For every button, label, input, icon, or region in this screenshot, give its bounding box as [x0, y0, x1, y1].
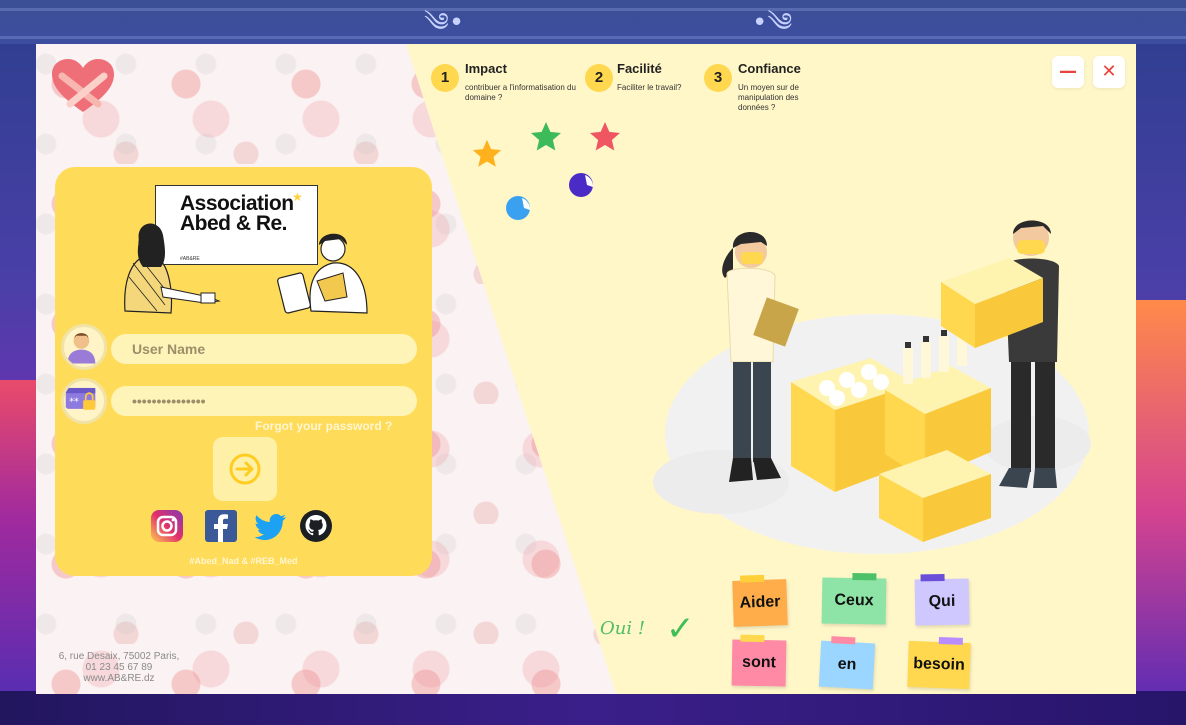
github-icon[interactable] — [299, 509, 333, 543]
desktop-top-bar: ༄• •༄ — [0, 0, 1186, 44]
user-icon — [67, 333, 96, 364]
step-description: Un moyen sur de manipulation des données… — [738, 83, 799, 112]
star-icon — [531, 122, 561, 151]
oui-text: Oui ! — [600, 618, 646, 639]
note-word: Ceux — [834, 591, 874, 610]
forgot-password-link[interactable]: Forgot your password ? — [255, 419, 392, 433]
phone-line: 01 23 45 67 89 — [85, 662, 153, 673]
wind-icon: ༄• — [424, 8, 465, 38]
sticky-note: Qui — [914, 573, 970, 626]
website-line: www.AB&RE.dz — [83, 673, 155, 684]
svg-text:**: ** — [69, 396, 79, 407]
heart-hands-icon — [52, 59, 114, 112]
step-title: Confiance — [738, 61, 801, 76]
step-description: contribuer a l'informatisation du domain… — [465, 83, 576, 102]
sticky-note: besoin — [907, 636, 971, 690]
note-tape — [740, 634, 765, 643]
login-button[interactable] — [213, 437, 277, 501]
twitter-icon[interactable] — [254, 509, 288, 543]
feature-steps: 1 Impact contribuer a l'informatisation … — [431, 61, 831, 131]
login-card: Association Abed & Re. ★ #AB&RE User Nam… — [55, 167, 432, 576]
minimize-button[interactable]: — — [1052, 56, 1084, 88]
step-description: Faciliter le travail? — [617, 83, 682, 92]
sticky-note: Ceux — [821, 572, 887, 625]
close-button[interactable]: ✕ — [1093, 56, 1125, 88]
app-window: Association Abed & Re. ★ #AB&RE User Nam… — [36, 44, 1136, 694]
instagram-icon[interactable] — [150, 509, 184, 543]
password-input[interactable] — [111, 386, 417, 416]
people-illustration — [124, 223, 368, 314]
desktop-wallpaper-bottom — [0, 691, 1186, 725]
note-word: sont — [741, 653, 777, 672]
medical-delivery-illustration — [653, 220, 1091, 554]
social-links — [150, 509, 340, 545]
step-number: 1 — [431, 64, 459, 92]
star-icon — [472, 139, 502, 167]
password-avatar: ** — [61, 378, 107, 424]
step-title: Impact — [465, 61, 507, 76]
facebook-icon[interactable] — [204, 509, 238, 543]
note-word: Aider — [739, 593, 781, 612]
note-tape — [920, 573, 945, 582]
username-input[interactable] — [111, 334, 417, 364]
note-word: besoin — [912, 655, 966, 674]
checkmark-icon: ✓ — [666, 609, 695, 649]
note-tape — [852, 572, 877, 581]
hashtags: #Abed_Nad & #REB_Med — [189, 556, 298, 566]
user-avatar — [61, 324, 107, 370]
star-icon — [590, 122, 620, 151]
desktop-stripe — [0, 8, 1186, 11]
dot-icon — [506, 196, 531, 220]
note-tape — [938, 636, 963, 645]
wind-icon: •༄ — [752, 8, 793, 38]
note-word: en — [837, 655, 857, 674]
sticky-note: Aider — [732, 574, 788, 627]
note-tape — [740, 574, 765, 583]
contact-address: 6, rue Desaix, 75002 Paris, 01 23 45 67 … — [44, 651, 194, 684]
note-word: Qui — [928, 592, 956, 611]
arrow-right-circle-icon — [229, 453, 261, 485]
sticky-note: sont — [731, 634, 787, 687]
step-title: Facilité — [617, 61, 662, 76]
step-number: 3 — [704, 64, 732, 92]
dot-icon — [569, 173, 594, 197]
sticky-note: en — [818, 636, 876, 690]
note-tape — [831, 636, 856, 645]
desktop-stripe — [0, 36, 1186, 39]
step-number: 2 — [585, 64, 613, 92]
password-lock-icon: ** — [65, 387, 96, 410]
address-line: 6, rue Desaix, 75002 Paris, — [58, 651, 180, 662]
